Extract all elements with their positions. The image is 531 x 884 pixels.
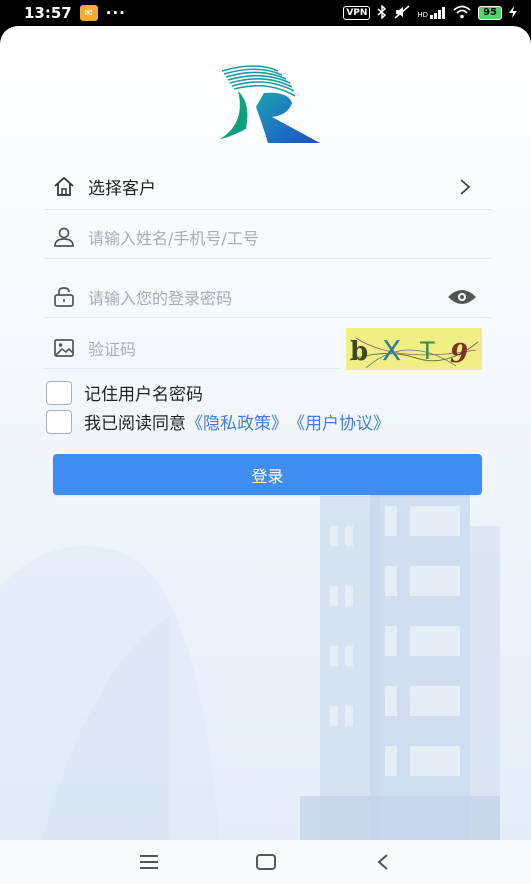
password-input[interactable]: 请输入您的登录密码 bbox=[88, 285, 447, 309]
agreement-option[interactable]: 我已阅读同意 《隐私政策》 《用户协议》 bbox=[46, 409, 390, 434]
captcha-char: 9 bbox=[450, 339, 468, 369]
remember-checkbox[interactable] bbox=[46, 380, 72, 405]
user-agreement-link[interactable]: 《用户协议》 bbox=[288, 409, 390, 434]
background-building-illustration bbox=[0, 466, 500, 846]
back-button[interactable] bbox=[368, 847, 398, 877]
username-input[interactable]: 请输入姓名/手机号/工号 bbox=[88, 225, 491, 249]
captcha-image[interactable]: b X T 9 bbox=[346, 328, 482, 370]
charging-icon bbox=[509, 5, 517, 21]
status-bar: 13:57 ✉ ··· VPN HD 95 bbox=[0, 0, 531, 26]
user-icon bbox=[54, 227, 74, 247]
mute-icon bbox=[394, 4, 410, 22]
wifi-icon bbox=[453, 5, 471, 22]
network-type: HD bbox=[417, 11, 429, 19]
captcha-field[interactable]: 验证码 bbox=[44, 327, 341, 369]
password-field[interactable]: 请输入您的登录密码 bbox=[44, 276, 491, 318]
more-notifications-icon: ··· bbox=[105, 4, 126, 22]
chevron-right-icon bbox=[460, 178, 471, 195]
eye-icon[interactable] bbox=[447, 287, 477, 307]
battery-indicator: 95 bbox=[478, 6, 502, 20]
square-home-icon bbox=[255, 854, 276, 870]
captcha-char: T bbox=[419, 337, 435, 365]
home-icon bbox=[54, 176, 74, 196]
login-screen: 选择客户 请输入姓名/手机号/工号 请输入您的登录密码 验证码 b X T 9 … bbox=[0, 26, 531, 884]
login-button[interactable]: 登录 bbox=[53, 454, 482, 495]
select-customer-label: 选择客户 bbox=[88, 179, 156, 199]
app-logo bbox=[220, 65, 320, 143]
vpn-badge: VPN bbox=[343, 6, 371, 20]
captcha-input[interactable]: 验证码 bbox=[88, 336, 341, 360]
remember-credentials-option[interactable]: 记住用户名密码 bbox=[46, 380, 203, 405]
app-notification-icon: ✉ bbox=[79, 5, 98, 21]
agreement-checkbox[interactable] bbox=[46, 409, 72, 434]
image-icon bbox=[54, 338, 74, 357]
captcha-char: b bbox=[350, 337, 368, 367]
menu-button[interactable] bbox=[134, 847, 164, 877]
agreement-prefix: 我已阅读同意 bbox=[84, 414, 186, 434]
signal-icon: HD bbox=[417, 7, 446, 19]
home-button[interactable] bbox=[251, 847, 281, 877]
privacy-policy-link[interactable]: 《隐私政策》 bbox=[186, 409, 288, 434]
username-field[interactable]: 请输入姓名/手机号/工号 bbox=[44, 216, 491, 259]
back-icon bbox=[376, 854, 388, 870]
bluetooth-icon bbox=[377, 3, 387, 22]
menu-icon bbox=[139, 855, 158, 869]
system-navigation-bar bbox=[0, 840, 531, 884]
captcha-char: X bbox=[382, 334, 401, 367]
lock-icon bbox=[54, 286, 74, 307]
remember-label: 记住用户名密码 bbox=[84, 385, 203, 405]
status-time: 13:57 bbox=[24, 4, 72, 22]
select-customer-row[interactable]: 选择客户 bbox=[44, 164, 491, 210]
